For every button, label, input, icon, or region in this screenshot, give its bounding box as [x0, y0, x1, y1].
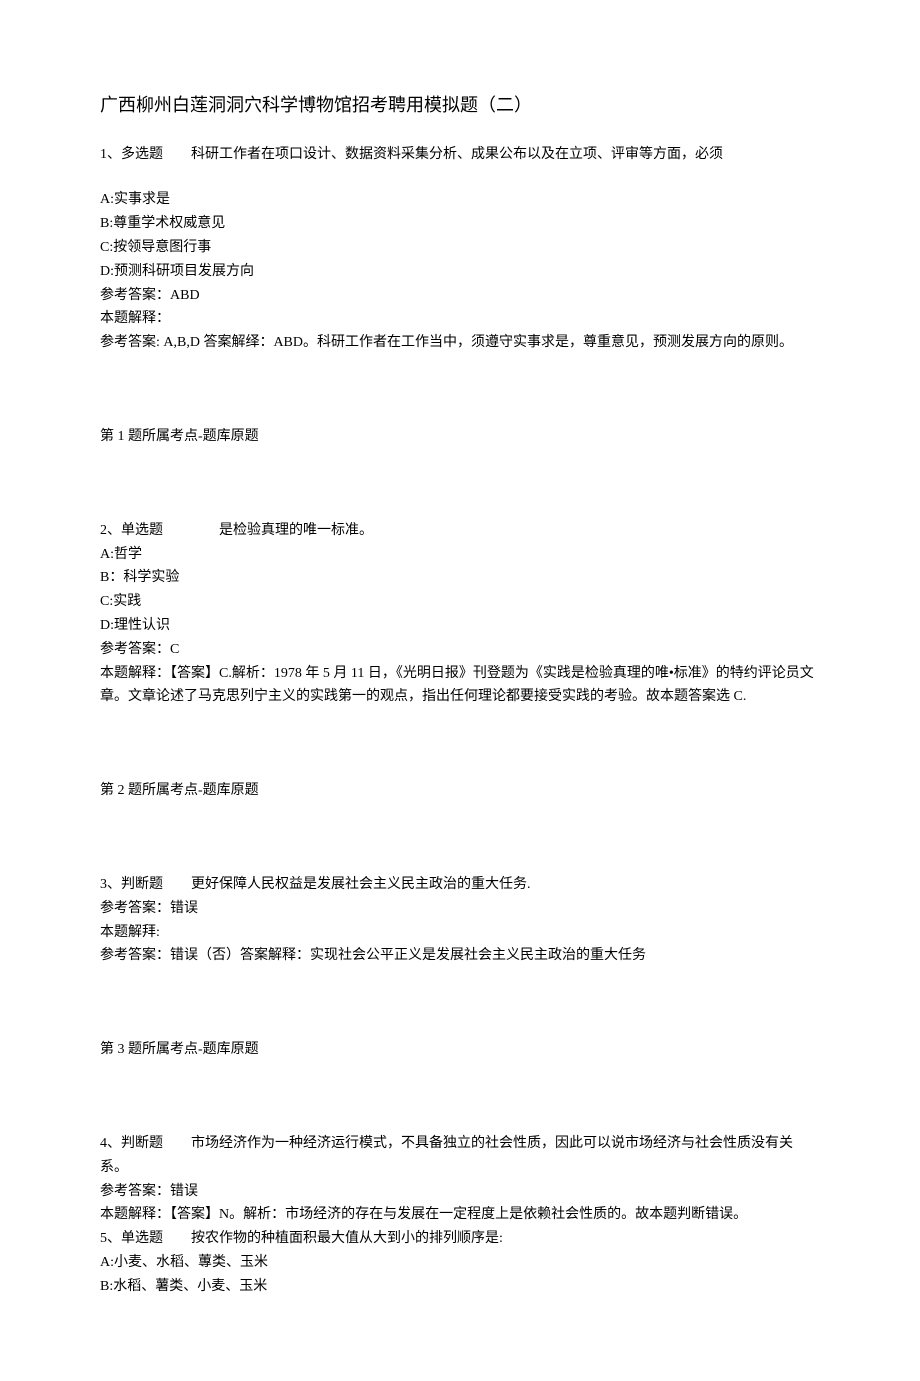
q2-option-c: C:实践 — [100, 590, 820, 614]
question-3-footer: 第 3 题所属考点-题库原题 — [100, 1038, 820, 1062]
q4-explain-text: 本题解释：【答案】N。解析：市场经济的存在与发展在一定程度上是依赖社会性质的。故… — [100, 1203, 820, 1227]
q2-answer: 参考答案：C — [100, 638, 820, 662]
question-1: 1、多选题 科研工作者在项口设计、数据资料采集分析、成果公布以及在立项、评审等方… — [100, 143, 820, 167]
question-2: 2、单选题 是检验真理的唯一标准。 A:哲学 B：科学实验 C:实践 D:理性认… — [100, 519, 820, 709]
q1-topic: 第 1 题所属考点-题库原题 — [100, 425, 820, 449]
q3-header: 3、判断题 更好保障人民权益是发展社会主义民主政治的重大任务. — [100, 873, 820, 897]
q5-header: 5、单选题 按农作物的种植面积最大值从大到小的排列顺序是: — [100, 1227, 820, 1251]
q2-option-b: B：科学实验 — [100, 566, 820, 590]
question-1-body: A:实事求是 B:尊重学术权威意见 C:按领导意图行事 D:预测科研项目发展方向… — [100, 188, 820, 355]
q5-option-a: A:小麦、水稻、蓴类、玉米 — [100, 1251, 820, 1275]
q1-option-d: D:预测科研项目发展方向 — [100, 260, 820, 284]
question-1-footer: 第 1 题所属考点-题库原题 — [100, 425, 820, 449]
question-3: 3、判断题 更好保障人民权益是发展社会主义民主政治的重大任务. 参考答案：错误 … — [100, 873, 820, 968]
q1-option-b: B:尊重学术权威意见 — [100, 212, 820, 236]
q1-option-a: A:实事求是 — [100, 188, 820, 212]
q3-explain-label: 本题解拜: — [100, 921, 820, 945]
q1-option-c: C:按领导意图行事 — [100, 236, 820, 260]
q3-topic: 第 3 题所属考点-题库原题 — [100, 1038, 820, 1062]
q2-header: 2、单选题 是检验真理的唯一标准。 — [100, 519, 820, 543]
question-2-footer: 第 2 题所属考点-题库原题 — [100, 779, 820, 803]
q2-option-d: D:理性认识 — [100, 614, 820, 638]
q2-option-a: A:哲学 — [100, 543, 820, 567]
q1-explain-text: 参考答案: A,B,D 答案解绎：ABD。科研工作者在工作当中，须遵守实事求是，… — [100, 331, 820, 355]
q4-answer: 参考答案：错误 — [100, 1180, 820, 1204]
question-4-5: 4、判断题 市场经济作为一种经济运行模式，不具备独立的社会性质，因此可以说市场经… — [100, 1132, 820, 1299]
q1-explain-label: 本题解释： — [100, 307, 820, 331]
q2-explain-text: 本题解释：【答案】C.解析：1978 年 5 月 11 日，《光明日报》刊登题为… — [100, 662, 820, 710]
q1-answer: 参考答案：ABD — [100, 284, 820, 308]
page-title: 广西柳州白莲洞洞穴科学博物馆招考聘用模拟题（二） — [100, 90, 820, 121]
q5-option-b: B:水稻、薯类、小麦、玉米 — [100, 1275, 820, 1299]
q1-header: 1、多选题 科研工作者在项口设计、数据资料采集分析、成果公布以及在立项、评审等方… — [100, 143, 820, 167]
q3-answer: 参考答案：错误 — [100, 897, 820, 921]
q3-explain-text: 参考答案：错误（否）答案解释：实现社会公平正义是发展社会主义民主政治的重大任务 — [100, 944, 820, 968]
q2-topic: 第 2 题所属考点-题库原题 — [100, 779, 820, 803]
q4-header: 4、判断题 市场经济作为一种经济运行模式，不具备独立的社会性质，因此可以说市场经… — [100, 1132, 820, 1180]
